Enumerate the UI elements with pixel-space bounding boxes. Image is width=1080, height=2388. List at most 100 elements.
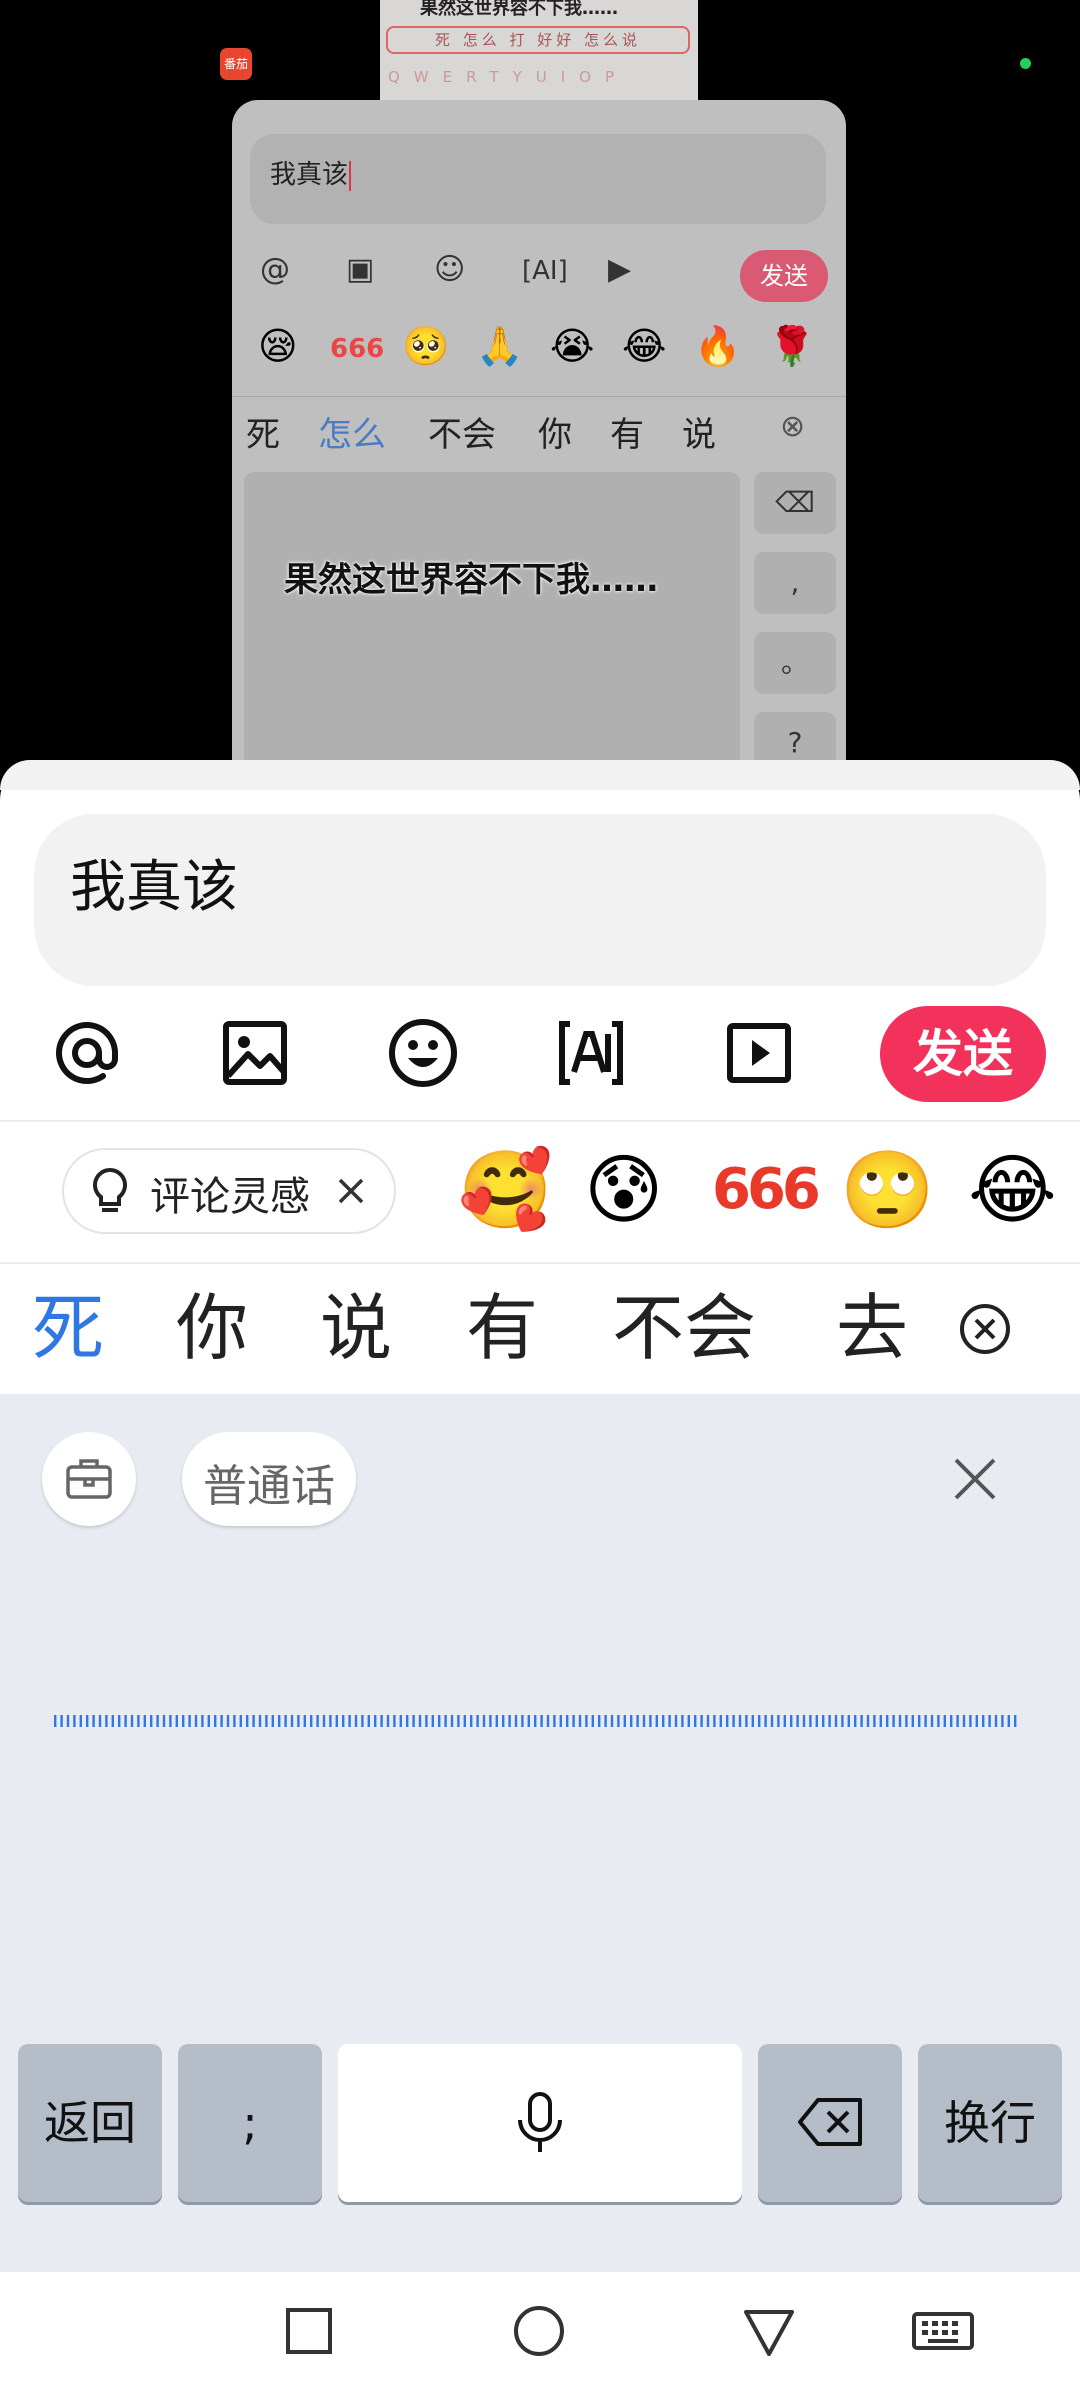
waveform-bar — [604, 1715, 607, 1727]
toolbox-button[interactable] — [42, 1432, 136, 1526]
back-key[interactable]: 返回 — [18, 2044, 162, 2202]
newline-key[interactable]: 换行 — [918, 2044, 1062, 2202]
delete-key[interactable] — [758, 2044, 902, 2202]
waveform-bar — [66, 1715, 70, 1727]
waveform-bar — [534, 1715, 537, 1727]
emoji-suggestion[interactable]: 🥰 — [458, 1142, 553, 1238]
waveform-bar — [950, 1715, 953, 1727]
waveform-bar — [367, 1715, 370, 1727]
waveform-bar — [674, 1715, 678, 1727]
waveform-bar — [617, 1715, 620, 1727]
emoji-suggestion[interactable]: 😰 — [584, 1142, 663, 1238]
waveform-bar — [662, 1715, 665, 1727]
inner-side-key: 。 — [754, 632, 836, 694]
waveform-bar — [732, 1715, 735, 1727]
inner-send-button: 发送 — [740, 250, 828, 302]
waveform-bar — [265, 1715, 268, 1727]
waveform-bar — [169, 1715, 172, 1727]
waveform-bar — [943, 1715, 946, 1727]
inner-emoji-row: 😪 666 🥺 🙏 😭 😂 🔥 🌹 — [232, 316, 846, 376]
waveform-bar — [412, 1715, 415, 1727]
candidate-word[interactable]: 有 — [466, 1278, 538, 1378]
waveform-bar — [450, 1715, 454, 1727]
waveform-bar — [918, 1715, 921, 1727]
inner-emoji: 😭 — [550, 324, 595, 368]
close-icon[interactable] — [948, 1452, 1002, 1506]
waveform-bar — [610, 1715, 614, 1727]
waveform-bar — [297, 1715, 300, 1727]
waveform-bar — [335, 1715, 338, 1727]
home-icon[interactable] — [508, 2300, 570, 2362]
waveform-bar — [194, 1715, 198, 1727]
send-button[interactable]: 发送 — [880, 1006, 1046, 1102]
inner-candidate: 怎么 — [318, 415, 386, 455]
waveform-bar — [553, 1715, 556, 1727]
waveform-bar — [361, 1715, 364, 1727]
back-nav-icon[interactable] — [738, 2300, 800, 2362]
waveform-bar — [92, 1715, 95, 1727]
waveform-bar — [226, 1715, 230, 1727]
waveform-bar — [54, 1715, 57, 1727]
waveform-bar — [354, 1715, 358, 1727]
image-icon[interactable] — [212, 1010, 298, 1096]
waveform-bar — [86, 1715, 89, 1727]
candidate-word[interactable]: 你 — [176, 1278, 248, 1378]
close-icon[interactable] — [336, 1176, 366, 1206]
candidate-word[interactable]: 不会 — [612, 1278, 756, 1378]
inner-emoji: 🥺 — [402, 324, 450, 368]
inner-keyboard-area: 果然这世界容不下我…… — [244, 472, 740, 790]
microphone-key[interactable] — [338, 2044, 742, 2202]
waveform-bar — [956, 1715, 959, 1727]
waveform-bar — [60, 1715, 63, 1727]
candidate-word[interactable]: 死 — [32, 1278, 104, 1378]
sheet-top-edge — [0, 760, 1080, 790]
comment-inspiration-label: 评论灵感 — [150, 1174, 310, 1220]
candidate-word[interactable]: 去 — [836, 1278, 908, 1378]
waveform-bar — [847, 1715, 850, 1727]
waveform-bar — [258, 1715, 262, 1727]
waveform-bar — [911, 1715, 914, 1727]
waveform-bar — [124, 1715, 127, 1727]
waveform-bar — [175, 1715, 178, 1727]
inner-candidates: 死 怎么 不会 你 有 说 ⊗ — [232, 396, 846, 457]
inner-image-icon: ▣ — [346, 252, 375, 287]
waveform-bar — [930, 1715, 934, 1727]
waveform-bar — [150, 1715, 153, 1727]
waveform-bar — [982, 1715, 985, 1727]
at-icon[interactable] — [44, 1010, 130, 1096]
waveform-bar — [246, 1715, 249, 1727]
emoji-suggestion[interactable]: 😂 — [968, 1142, 1057, 1238]
voice-waveform — [54, 1715, 1017, 1727]
waveform-bar — [137, 1715, 140, 1727]
waveform-bar — [866, 1715, 870, 1727]
waveform-bar — [630, 1715, 633, 1727]
emoji-suggestion[interactable]: 🙄 — [840, 1142, 935, 1238]
waveform-bar — [156, 1715, 159, 1727]
waveform-bar — [425, 1715, 428, 1727]
waveform-bar — [482, 1715, 486, 1727]
comment-inspiration-chip[interactable]: 评论灵感 — [62, 1148, 396, 1234]
inner-emoji: 🙏 — [476, 324, 524, 368]
waveform-bar — [188, 1715, 191, 1727]
waveform-bar — [687, 1715, 690, 1727]
inner-candidate: 说 — [682, 415, 716, 455]
ai-text-icon[interactable] — [548, 1010, 634, 1096]
inner-comment-text: 我真该 — [270, 154, 352, 191]
waveform-bar — [751, 1715, 754, 1727]
waveform-bar — [879, 1715, 882, 1727]
keyboard-switch-icon[interactable] — [910, 2300, 976, 2362]
clear-candidates-icon[interactable] — [958, 1302, 1012, 1356]
waveform-bar — [988, 1715, 991, 1727]
waveform-bar — [271, 1715, 274, 1727]
emoji-suggestion[interactable]: 666 — [712, 1142, 821, 1238]
inner-emoji: 🔥 — [694, 324, 742, 368]
waveform-bar — [802, 1715, 806, 1727]
inner-delete-icon: ⌫ — [754, 472, 836, 534]
waveform-bar — [380, 1715, 383, 1727]
recent-apps-icon[interactable] — [278, 2300, 340, 2362]
video-icon[interactable] — [716, 1010, 802, 1096]
semicolon-key[interactable]: ; — [178, 2044, 322, 2202]
waveform-bar — [527, 1715, 530, 1727]
candidate-word[interactable]: 说 — [320, 1278, 392, 1378]
emoji-icon[interactable] — [380, 1010, 466, 1096]
